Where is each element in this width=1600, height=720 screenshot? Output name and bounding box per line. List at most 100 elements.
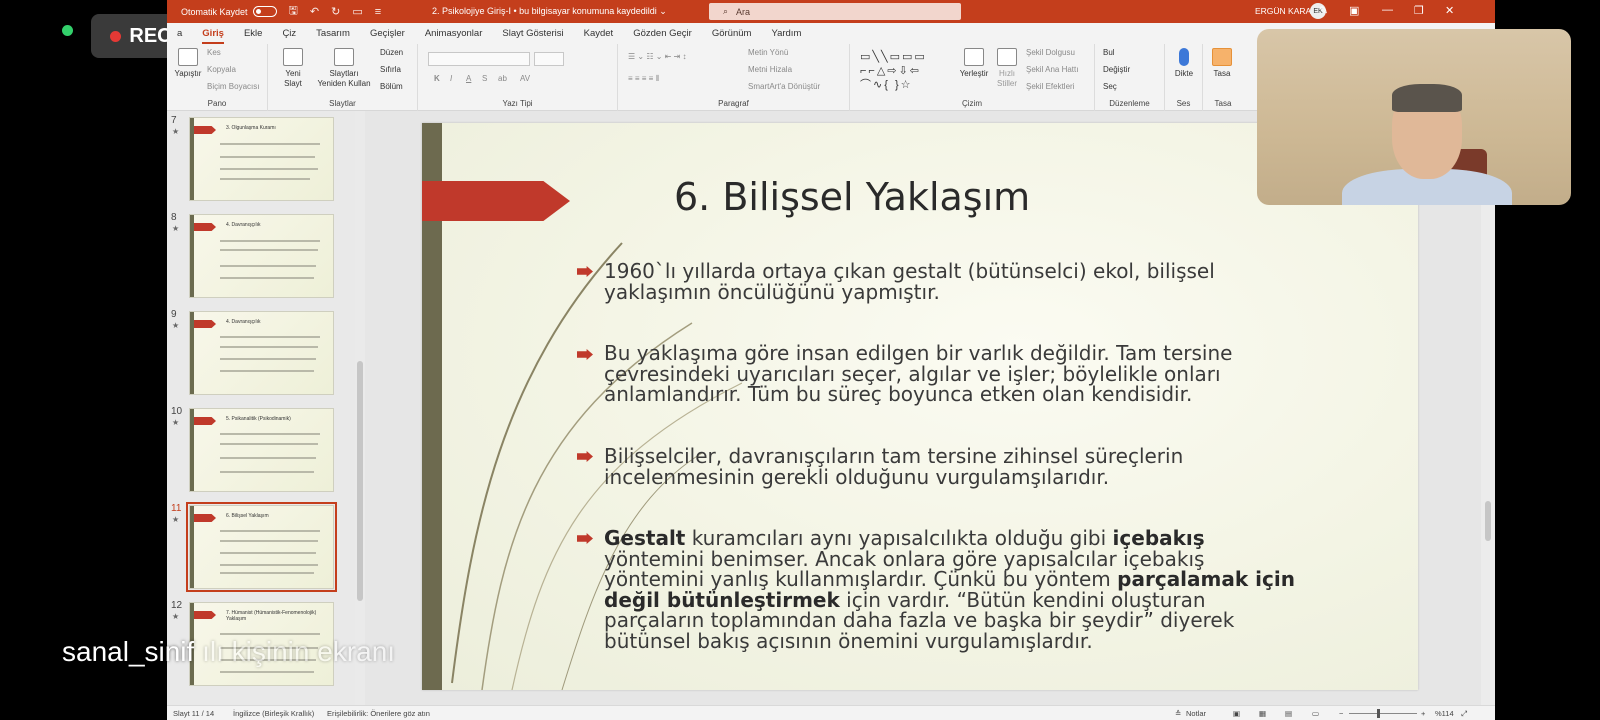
select-button[interactable]: Seç (1103, 82, 1117, 91)
title-arrow-decor (422, 181, 570, 221)
pen-icon[interactable]: ✎ (1319, 4, 1328, 17)
notes-icon[interactable]: ≙ (1175, 709, 1181, 718)
smartart-button[interactable]: SmartArt'a Dönüştür (748, 82, 820, 91)
tab-design[interactable]: Tasarım (306, 28, 360, 39)
ribbon-display-icon[interactable]: ▣ (1349, 4, 1359, 17)
autosave-control[interactable]: Otomatik Kaydet (181, 6, 277, 17)
tab-slideshow[interactable]: Slayt Gösterisi (492, 28, 573, 39)
slide-title[interactable]: 6. Bilişsel Yaklaşım (674, 175, 1030, 219)
current-slide[interactable]: 6. Bilişsel Yaklaşım 1960`lı yıllarda or… (422, 123, 1418, 690)
document-title[interactable]: 2. Psikolojiye Giriş-I • bu bilgisayar k… (432, 6, 667, 17)
save-icon[interactable]: 🖫 (289, 2, 298, 21)
restore-icon[interactable]: ❐ (1414, 4, 1424, 17)
thumb-number: 8 (171, 212, 177, 223)
user-name[interactable]: ERGÜN KARA (1255, 6, 1311, 16)
tab-insert[interactable]: Ekle (234, 28, 272, 39)
zoom-level[interactable]: %114 (1435, 709, 1454, 718)
shape-outline-button[interactable]: Şekil Ana Hattı (1026, 65, 1078, 74)
strike-button[interactable]: S (482, 74, 487, 83)
tab-animations[interactable]: Animasyonlar (415, 28, 493, 39)
zoom-slider[interactable] (1349, 713, 1417, 714)
align-text-button[interactable]: Metni Hizala (748, 65, 792, 74)
italic-button[interactable]: I (450, 74, 452, 83)
minimize-icon[interactable]: — (1382, 4, 1393, 16)
new-slide-icon (283, 48, 303, 66)
find-button[interactable]: Bul (1103, 48, 1115, 57)
shapes-gallery[interactable]: ▭╲╲▭▭▭ ⌐⌐△⇨⇩⇦ ⌒∿{ }☆ (860, 50, 952, 94)
spacing-button[interactable]: AV (520, 74, 530, 83)
bullet-4[interactable]: Gestalt kuramcıları aynı yapısalcılıkta … (604, 528, 1304, 651)
tab-file[interactable]: a (167, 28, 192, 39)
dictate-button[interactable]: Dikte (1169, 48, 1199, 79)
group-label: Slaytlar (329, 99, 356, 108)
search-input[interactable]: ⌕ Ara (709, 3, 961, 20)
font-name-field[interactable] (428, 52, 530, 66)
thumb-title: 4. Davranışçılık (226, 222, 261, 228)
reading-view-icon[interactable]: ▤ (1285, 709, 1292, 718)
slide-thumbnail-selected[interactable]: 6. Bilişsel Yaklaşım (186, 502, 337, 592)
cut-button[interactable]: Kes (207, 48, 221, 57)
tab-draw[interactable]: Çiz (272, 28, 306, 39)
shape-fill-button[interactable]: Şekil Dolgusu (1026, 48, 1075, 57)
replace-button[interactable]: Değiştir (1103, 65, 1130, 74)
shadow-button[interactable]: ab (498, 74, 507, 83)
zoom-in-icon[interactable]: + (1421, 709, 1425, 718)
underline-button[interactable]: A (466, 74, 471, 83)
bold-button[interactable]: K (434, 74, 440, 83)
bullet-2[interactable]: Bu yaklaşıma göre insan edilgen bir varl… (604, 343, 1304, 405)
paste-button[interactable]: Yapıştır (172, 48, 204, 79)
autosave-toggle[interactable] (252, 6, 277, 17)
section-button[interactable]: Bölüm (380, 82, 403, 91)
thumb-title: 7. Hümanist (Hümanistik-Fenomenolojik) Y… (226, 610, 317, 622)
tab-record[interactable]: Kaydet (574, 28, 624, 39)
close-icon[interactable]: ✕ (1445, 4, 1454, 17)
thumbnail-scrollbar[interactable] (355, 111, 365, 705)
normal-view-icon[interactable]: ▣ (1233, 709, 1240, 718)
transition-star-icon: ★ (172, 612, 180, 621)
accessibility-status[interactable]: Erişilebilirlik: Önerilere göz atın (327, 709, 430, 718)
tab-review[interactable]: Gözden Geçir (623, 28, 702, 39)
layout-button[interactable]: Düzen (380, 48, 403, 57)
tab-view[interactable]: Görünüm (702, 28, 762, 39)
copy-button[interactable]: Kopyala (207, 65, 236, 74)
shape-effects-button[interactable]: Şekil Efektleri (1026, 82, 1074, 91)
group-paragraph: ☰ ⌄ ☷ ⌄ ⇤ ⇥ ↕ ≡ ≡ ≡ ≡ ⫴ Metin Yönü Metni… (618, 44, 850, 111)
language[interactable]: İngilizce (Birleşik Krallık) (233, 709, 314, 718)
zoom-slider-thumb[interactable] (1377, 709, 1380, 718)
present-icon[interactable]: ▭ (352, 5, 362, 18)
slide-thumbnail[interactable]: 4. Davranışçılık (189, 311, 334, 395)
scrollbar-thumb[interactable] (357, 361, 363, 601)
status-dot (62, 25, 73, 36)
bullets-icon[interactable]: ☰ ⌄ ☷ ⌄ ⇤ ⇥ ↕ (628, 52, 687, 61)
reset-button[interactable]: Sıfırla (380, 65, 401, 74)
bullet-3[interactable]: Bilişselciler, davranışçıların tam tersi… (604, 446, 1304, 487)
quick-styles-button[interactable]: Hızlı Stiller (992, 48, 1022, 89)
align-icons[interactable]: ≡ ≡ ≡ ≡ ⫴ (628, 74, 659, 84)
thumb-number: 7 (171, 115, 177, 126)
slide-thumbnail[interactable]: 5. Psikanalitik (Psikodinamik) (189, 408, 334, 492)
reuse-slides-button[interactable]: Slaytları Yeniden Kullan (316, 48, 372, 89)
tab-home[interactable]: Giriş (192, 28, 234, 44)
redo-icon[interactable]: ↻ (331, 5, 340, 18)
zoom-out-icon[interactable]: − (1339, 709, 1343, 718)
format-painter-button[interactable]: Biçim Boyacısı (207, 82, 259, 91)
tab-help[interactable]: Yardım (761, 28, 811, 39)
arrange-button[interactable]: Yerleştir (956, 48, 992, 79)
designer-button[interactable]: Tasa (1207, 48, 1237, 79)
new-slide-button[interactable]: Yeni Slayt (276, 48, 310, 89)
search-placeholder: Ara (736, 6, 751, 17)
scrollbar-thumb[interactable] (1485, 501, 1491, 541)
slide-thumbnail[interactable]: 4. Davranışçılık (189, 214, 334, 298)
text-direction-button[interactable]: Metin Yönü (748, 48, 788, 57)
font-size-field[interactable] (534, 52, 564, 66)
bullet-1[interactable]: 1960`lı yıllarda ortaya çıkan gestalt (b… (604, 261, 1304, 302)
slideshow-view-icon[interactable]: ▭ (1312, 709, 1319, 718)
tab-transitions[interactable]: Geçişler (360, 28, 415, 39)
customize-icon[interactable]: ≡ (375, 6, 381, 18)
fit-to-window-icon[interactable]: ⤢ (1461, 709, 1467, 719)
notes-button[interactable]: Notlar (1186, 709, 1206, 718)
undo-icon[interactable]: ↶ (310, 5, 319, 18)
slide-thumbnail[interactable]: 3. Olgunlaşma Kuramı (189, 117, 334, 201)
sorter-view-icon[interactable]: ▦ (1259, 709, 1266, 718)
rec-label: REC (129, 24, 172, 47)
